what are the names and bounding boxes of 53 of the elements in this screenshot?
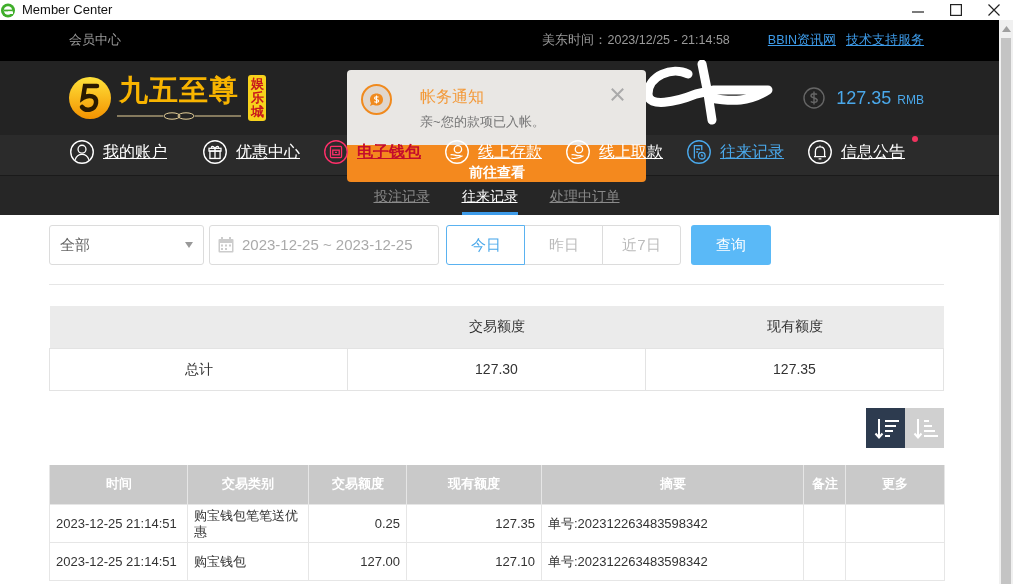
close-icon[interactable] — [988, 4, 1000, 16]
table-cell: 单号:202312263483598342 — [541, 504, 804, 543]
window-title: Member Center — [22, 1, 113, 20]
member-center-label: 会员中心 — [69, 32, 121, 50]
logo-name: 九五至尊 — [119, 76, 239, 105]
nav-item[interactable]: 优惠中心 — [203, 140, 300, 164]
notification-message: 亲~您的款项已入帐。 — [420, 115, 545, 128]
type-select[interactable]: 全部 — [49, 225, 204, 265]
date-range-button[interactable]: 今日 — [446, 225, 525, 265]
nav-item[interactable]: 往来记录 — [687, 140, 784, 164]
row-label: 总计 — [49, 348, 348, 390]
sort-descending-icon[interactable] — [872, 416, 899, 439]
table-cell: 127.35 — [406, 504, 542, 543]
calendar-icon — [218, 237, 234, 253]
table-cell: 127.30 — [347, 348, 646, 390]
dollar-icon — [803, 87, 826, 109]
table-cell: 单号:202312263483598342 — [541, 542, 804, 581]
wallet-icon[interactable] — [324, 140, 348, 164]
maximize-icon[interactable] — [950, 4, 962, 16]
bell-icon[interactable] — [808, 140, 832, 164]
nav-item[interactable]: 电子钱包 — [324, 140, 421, 164]
nav-item[interactable]: 信息公告 — [808, 140, 905, 164]
balance-amount: 127.35 — [836, 86, 892, 110]
header-link[interactable]: BBIN资讯网 — [767, 31, 836, 50]
table-cell: 2023-12-25 21:14:51 — [49, 504, 188, 543]
account-icon[interactable] — [70, 140, 94, 164]
sort-button[interactable] — [866, 407, 905, 448]
sub-tab[interactable]: 投注记录 — [373, 183, 430, 215]
table-cell: 购宝钱包笔笔送优惠 — [187, 504, 309, 543]
date-range-field[interactable]: 2023-12-25 ~ 2023-12-25 — [209, 225, 439, 265]
document-clock-icon[interactable] — [687, 140, 711, 164]
nav-item[interactable]: 我的账户 — [70, 140, 167, 164]
column-header: 现有额度 — [645, 306, 944, 348]
logo-tag: 娱乐城 — [248, 74, 266, 122]
caret-icon — [185, 242, 193, 248]
table-cell: 2023-12-25 21:14:51 — [49, 542, 188, 581]
table-cell: 127.00 — [308, 542, 407, 581]
notification-title: 帐务通知 — [420, 89, 485, 105]
nav-item[interactable]: 线上存款 — [445, 140, 542, 164]
table-cell: 127.35 — [645, 348, 944, 390]
logo-emblem-icon — [69, 77, 111, 119]
money-message-icon — [361, 84, 392, 115]
scrollbar-thumb[interactable] — [1001, 38, 1011, 584]
sub-tab[interactable]: 处理中订单 — [549, 183, 620, 215]
header-link[interactable]: 技术支持服务 — [846, 31, 924, 50]
eastern-time-text: 美东时间：2023/12/25 - 21:14:58 — [542, 32, 730, 50]
view-link[interactable]: 前往查看 — [468, 165, 525, 179]
table-cell: 0.25 — [308, 504, 407, 543]
gift-icon[interactable] — [203, 140, 227, 164]
table-cell: 购宝钱包 — [187, 542, 309, 581]
table-cell: 127.10 — [406, 542, 542, 581]
currency-label: RMB — [897, 91, 924, 109]
column-header: 交易额度 — [347, 306, 646, 348]
